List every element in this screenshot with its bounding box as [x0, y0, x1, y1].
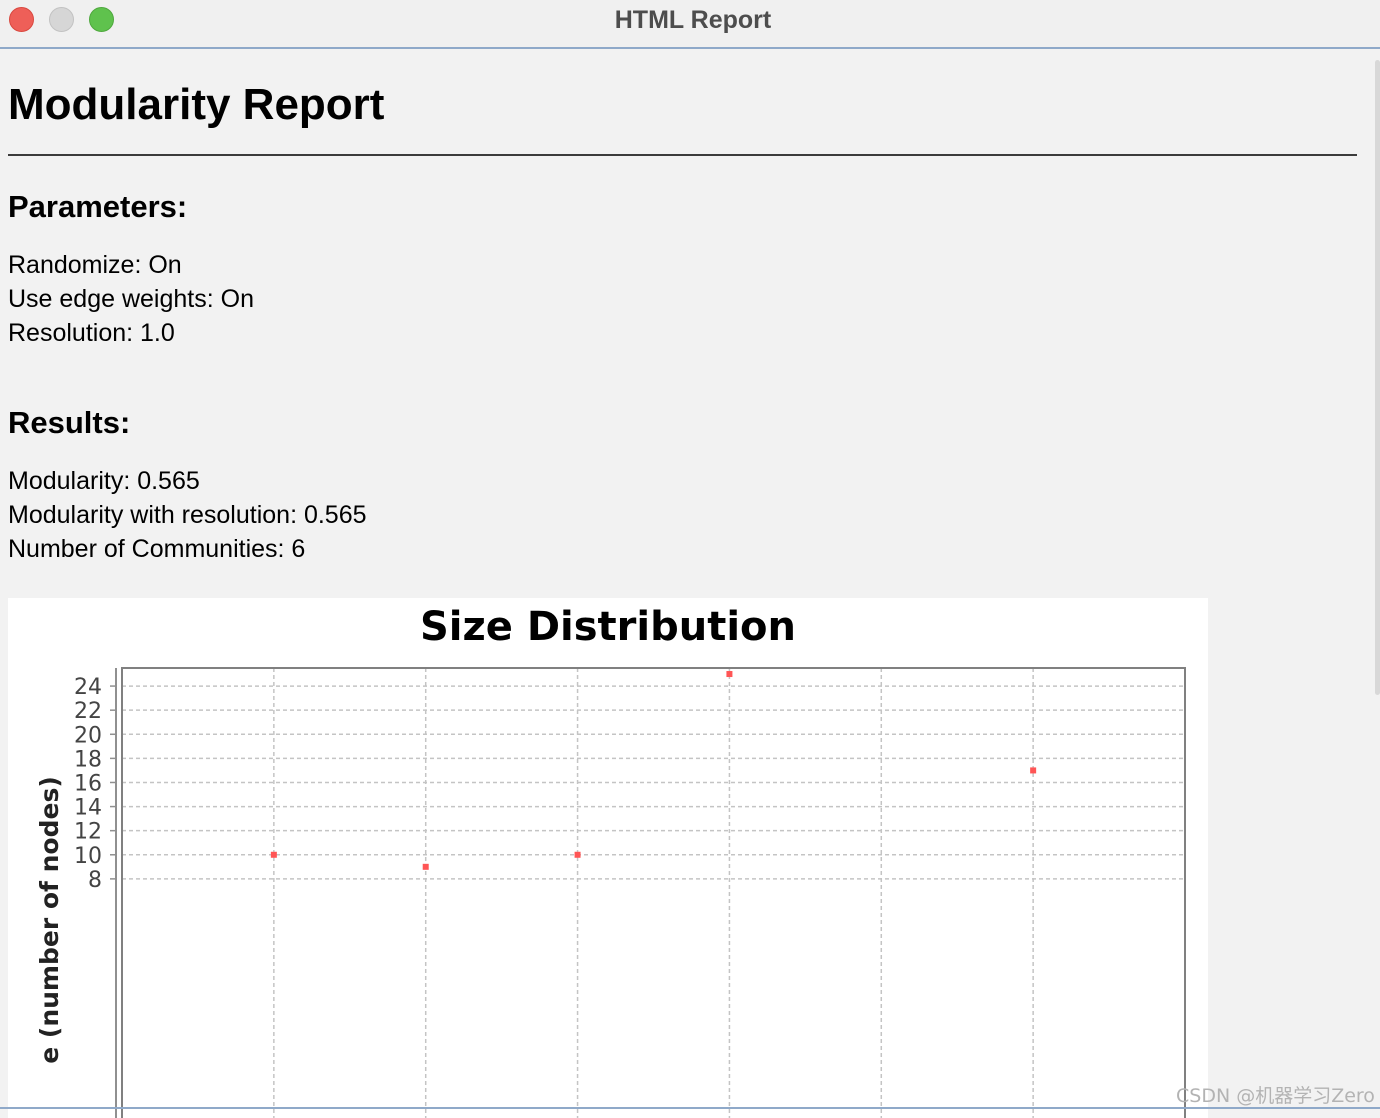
watermark: CSDN @机器学习Zero [1176, 1085, 1375, 1107]
result-community-count: Number of Communities: 6 [8, 535, 306, 563]
data-point [270, 851, 277, 858]
chart-canvas: Size Distribution 81012141618202224 e (n… [35, 604, 1186, 1118]
size-distribution-chart: Size Distribution 8 10 12 14 16 18 20 22 24 e (n… [8, 598, 1208, 1118]
plot-frame [121, 667, 1186, 1118]
result-modularity: Modularity: 0.565 [8, 467, 200, 495]
parameter-edge-weights: Use edge weights: On [8, 285, 254, 313]
window-title: HTML Report [614, 6, 772, 34]
parameter-resolution: Resolution: 1.0 [8, 319, 175, 347]
y-tick-label: 18 [74, 747, 102, 772]
y-tick-label: 20 [74, 723, 102, 748]
data-point [422, 863, 429, 870]
y-tick-label: 16 [74, 771, 102, 796]
data-points [270, 671, 1037, 870]
data-point [574, 851, 581, 858]
y-tick-label: 22 [74, 699, 102, 724]
results-heading: Results: [8, 405, 131, 440]
chart-grid [122, 668, 1185, 1118]
data-point [1030, 767, 1037, 774]
title-divider [8, 154, 1357, 156]
y-axis-label: e (number of nodes) [35, 776, 64, 1064]
result-modularity-resolution: Modularity with resolution: 0.565 [8, 501, 367, 529]
vertical-scrollbar[interactable] [1375, 60, 1380, 695]
y-tick-label: 12 [74, 820, 102, 845]
y-tick-label: 24 [74, 675, 102, 700]
chart-title: Size Distribution [420, 604, 796, 650]
report-title: Modularity Report [8, 80, 385, 129]
window-bottom-border [0, 1107, 1380, 1109]
report-content: Modularity Report Parameters: Randomize:… [0, 49, 1380, 1118]
y-tick-label: 8 [88, 868, 102, 893]
y-axis-ticks: 81012141618202224 [74, 675, 116, 893]
window-title-bar: HTML Report [0, 0, 1380, 49]
data-point [726, 671, 733, 678]
parameter-randomize: Randomize: On [8, 251, 182, 279]
parameters-heading: Parameters: [8, 189, 188, 224]
y-tick-label: 10 [74, 844, 102, 869]
y-tick-label: 14 [74, 796, 102, 821]
